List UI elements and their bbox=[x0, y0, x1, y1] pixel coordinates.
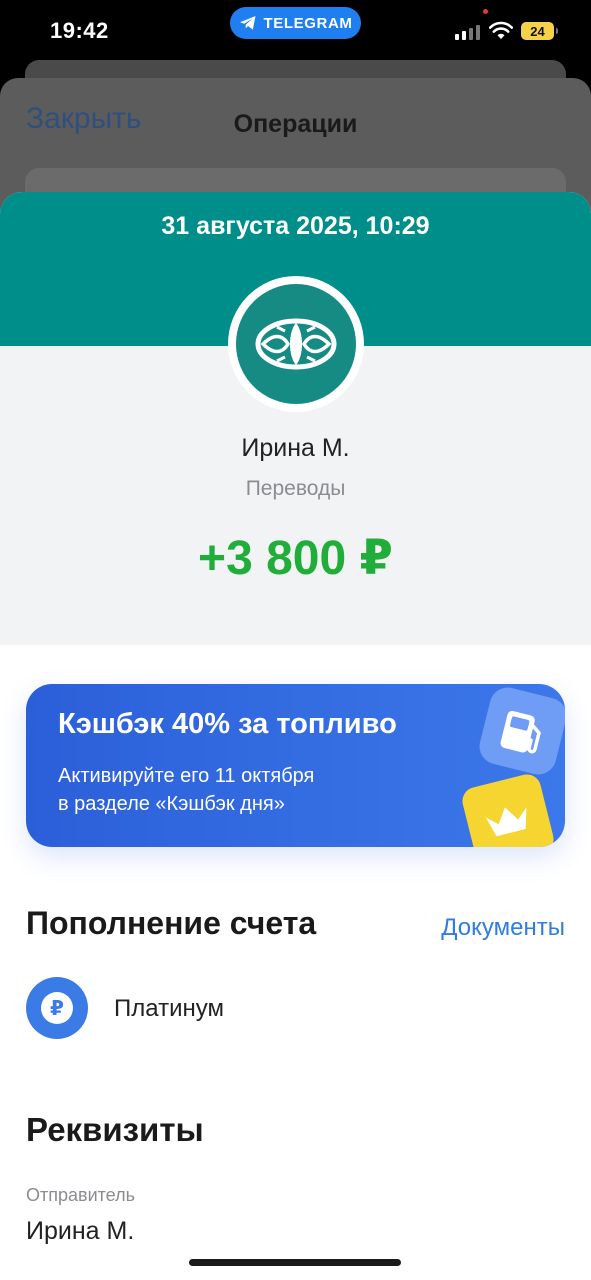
home-indicator[interactable] bbox=[189, 1259, 401, 1266]
battery-icon: 24 bbox=[521, 22, 558, 40]
promo-line-2: в разделе «Кэшбэк дня» bbox=[58, 793, 285, 815]
status-time: 19:42 bbox=[50, 18, 109, 43]
promo-title: Кэшбэк 40% за топливо bbox=[58, 708, 397, 740]
account-name: Платинум bbox=[114, 995, 224, 1022]
operation-details-sheet: 31 августа 2025, 10:29 Ирина М. Переводы… bbox=[0, 192, 591, 1280]
sender-value: Ирина М. bbox=[26, 1217, 135, 1245]
telegram-pill-label: TELEGRAM bbox=[263, 14, 353, 32]
recording-indicator-dot bbox=[483, 9, 488, 14]
documents-link[interactable]: Документы bbox=[441, 914, 565, 942]
counterparty-name: Ирина М. bbox=[241, 434, 350, 462]
operation-date: 31 августа 2025, 10:29 bbox=[161, 212, 430, 240]
telegram-icon bbox=[239, 16, 256, 30]
sender-label: Отправитель bbox=[26, 1185, 135, 1205]
crown-icon bbox=[459, 771, 557, 847]
ruble-icon: ₽ bbox=[26, 977, 88, 1039]
cashback-promo-banner[interactable]: Кэшбэк 40% за топливо Активируйте его 11… bbox=[26, 684, 565, 847]
operation-category: Переводы bbox=[245, 477, 346, 500]
status-bar: 19:42 TELEGRAM 24 bbox=[0, 0, 591, 62]
operations-title: Операции bbox=[233, 110, 358, 138]
ruble-coin-glyph: ₽ bbox=[41, 992, 73, 1024]
cellular-signal-icon bbox=[455, 25, 480, 40]
wifi-icon bbox=[489, 21, 513, 39]
topup-section-title: Пополнение счета bbox=[26, 905, 317, 941]
promo-description: Активируйте его 11 октября в разделе «Кэ… bbox=[58, 762, 314, 818]
fuel-icon bbox=[475, 684, 565, 779]
details-section-title: Реквизиты bbox=[26, 1111, 204, 1148]
bank-logo-icon bbox=[255, 318, 337, 370]
battery-level: 24 bbox=[530, 23, 545, 39]
telegram-return-pill[interactable]: TELEGRAM bbox=[230, 7, 361, 39]
operation-amount: +3 800 ₽ bbox=[198, 532, 393, 585]
sberbank-logo-avatar bbox=[228, 276, 364, 412]
promo-line-1: Активируйте его 11 октября bbox=[58, 765, 315, 787]
